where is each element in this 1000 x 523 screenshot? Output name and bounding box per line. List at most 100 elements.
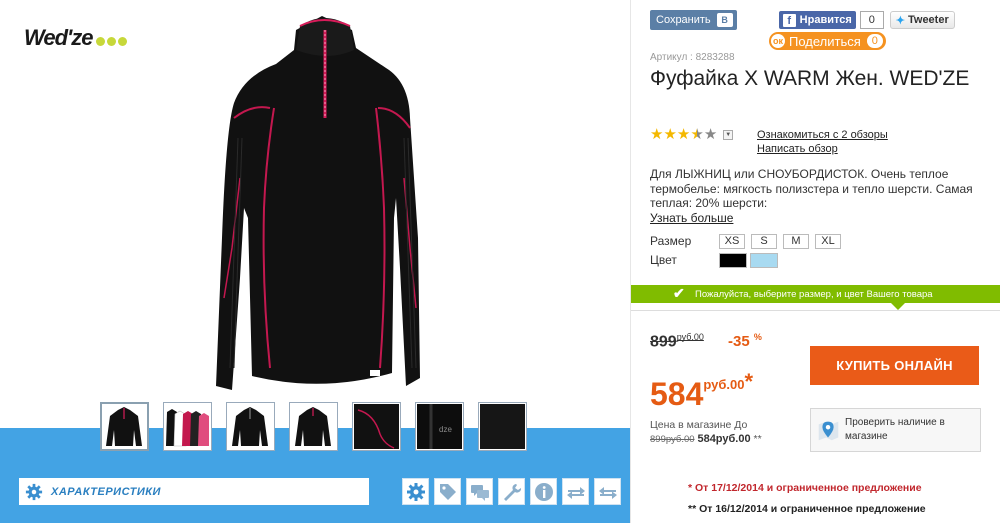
info-icon: [534, 482, 553, 501]
star-icon: ★: [650, 126, 664, 143]
tool-info-button[interactable]: [530, 478, 557, 505]
vk-icon: В: [716, 13, 733, 27]
star-icon: ★: [676, 126, 691, 143]
gear-icon: [406, 482, 425, 501]
promo-note-1: * От 17/12/2014 и ограниченное предложен…: [688, 482, 922, 494]
write-review-link[interactable]: Написать обзор: [757, 142, 888, 156]
twitter-icon: ✦: [895, 14, 905, 27]
thumbnail-strip: dze: [100, 402, 527, 451]
thumbnail-detail-fabric[interactable]: [478, 402, 527, 451]
check-store-availability-button[interactable]: Проверить наличие в магазине: [810, 408, 981, 452]
color-options: [719, 253, 778, 268]
tool-tag-button[interactable]: [434, 478, 461, 505]
old-price-value: 899: [650, 333, 677, 351]
divider: [631, 310, 1000, 311]
new-price: 584руб.00*: [650, 364, 753, 412]
tag-icon: [439, 483, 456, 500]
thumbnail-colors[interactable]: [163, 402, 212, 451]
check-store-label: Проверить наличие в магазине: [845, 417, 945, 442]
rating: ★ ★ ★ ★ ★ ▼: [650, 127, 734, 142]
rating-dropdown-icon[interactable]: ▼: [723, 129, 734, 140]
selection-prompt-banner: ✔ Пожалуйста, выберите размер, и цвет Ва…: [631, 285, 1000, 303]
thumbnail-front-2[interactable]: [226, 402, 275, 451]
facebook-icon: f: [782, 13, 796, 27]
vk-save-label: Сохранить: [656, 14, 711, 26]
star-half-icon: ★: [690, 126, 704, 143]
comments-icon: [470, 484, 489, 501]
gallery-tools: [402, 478, 621, 505]
color-label: Цвет: [650, 253, 677, 267]
banner-pointer: [891, 303, 905, 310]
store-price-label: Цена в магазине До: [650, 419, 748, 431]
store-new-price: 584руб.00: [697, 433, 751, 445]
brand-logo-text: Wed'ze: [24, 25, 94, 50]
tweet-button[interactable]: ✦ Tweeter: [889, 11, 955, 29]
store-price: Цена в магазине До 899руб.00 584руб.00 *…: [650, 418, 762, 447]
rating-stars: ★ ★ ★ ★ ★: [650, 127, 717, 142]
color-swatch-black[interactable]: [719, 253, 747, 268]
size-label: Размер: [650, 234, 692, 248]
product-description: Для ЛЫЖНИЦ или СНОУБОРДИСТОК. Очень тепл…: [650, 167, 990, 225]
store-old-price: 899руб.00: [650, 434, 695, 445]
tab-characteristics-label: ХАРАКТЕРИСТИКИ: [51, 485, 161, 498]
star-empty-icon: ★: [703, 126, 718, 143]
size-option-xs[interactable]: XS: [719, 234, 745, 249]
fb-like-button[interactable]: f Нравится: [778, 11, 856, 29]
check-icon: ✔: [673, 285, 685, 301]
map-pin-icon: [818, 421, 839, 441]
brand-logo[interactable]: Wed'ze: [24, 25, 127, 50]
product-info: Сохранить В f Нравится 0 ✦ Tweeter ок По…: [630, 0, 1000, 523]
article-number: Артикул : 8283288: [650, 52, 735, 63]
size-option-m[interactable]: M: [783, 234, 809, 249]
selection-prompt-text: Пожалуйста, выберите размер, и цвет Ваше…: [695, 288, 933, 300]
tool-swap-alt-button[interactable]: [594, 478, 621, 505]
ok-share-button[interactable]: ок Поделиться 0: [769, 32, 886, 50]
store-price-mark: **: [753, 433, 762, 445]
product-main-image[interactable]: [204, 8, 440, 394]
tool-comments-button[interactable]: [466, 478, 493, 505]
discount-unit: %: [753, 332, 762, 342]
description-text: Для ЛЫЖНИЦ или СНОУБОРДИСТОК. Очень тепл…: [650, 167, 973, 210]
promo-note-2: ** От 16/12/2014 и ограниченное предложе…: [688, 503, 926, 515]
swap-alt-icon: [598, 486, 617, 499]
brand-logo-dots: [95, 36, 127, 46]
thumbnail-detail-sleeve[interactable]: [352, 402, 401, 451]
thumbnail-detail-logo[interactable]: dze: [415, 402, 464, 451]
read-reviews-link[interactable]: Ознакомиться с 2 обзоры: [757, 128, 888, 142]
color-swatch-light-blue[interactable]: [750, 253, 778, 268]
product-page: Wed'ze dze ХАРАКТЕРИСТИКИ Сохранить В f …: [0, 0, 1000, 523]
discount-value: -35: [728, 333, 750, 350]
learn-more-link[interactable]: Узнать больше: [650, 211, 733, 225]
social-share-row: Сохранить В f Нравится 0 ✦ Tweeter: [650, 10, 955, 30]
star-icon: ★: [663, 126, 677, 143]
thumbnail-back[interactable]: [289, 402, 338, 451]
new-price-value: 584: [650, 376, 704, 412]
tweet-label: Tweeter: [907, 14, 949, 26]
fb-like-count: 0: [859, 11, 884, 29]
vk-save-button[interactable]: Сохранить В: [650, 10, 737, 30]
size-option-xl[interactable]: XL: [815, 234, 841, 249]
tool-swap-button[interactable]: [562, 478, 589, 505]
size-option-s[interactable]: S: [751, 234, 777, 249]
ok-share-count: 0: [866, 34, 883, 48]
product-gallery: Wed'ze dze ХАРАКТЕРИСТИКИ: [0, 0, 630, 523]
ok-share-label: Поделиться: [789, 33, 861, 49]
new-price-unit: руб.00: [703, 377, 745, 392]
fb-like-label: Нравится: [799, 14, 852, 26]
old-price: 899руб.00: [650, 332, 704, 351]
tool-gear-button[interactable]: [402, 478, 429, 505]
odnoklassniki-icon: ок: [771, 34, 785, 48]
product-title: Фуфайка X WARM Жен. WED'ZE: [650, 67, 970, 90]
discount-badge: -35 %: [728, 332, 762, 350]
gear-icon: [25, 483, 43, 500]
thumbnail-front[interactable]: [100, 402, 149, 451]
size-options: XS S M XL: [719, 234, 841, 249]
swap-icon: [566, 486, 585, 499]
buy-online-button[interactable]: КУПИТЬ ОНЛАЙН: [810, 346, 979, 385]
wrench-icon: [503, 483, 521, 501]
tab-characteristics[interactable]: ХАРАКТЕРИСТИКИ: [19, 478, 369, 505]
new-price-mark: *: [744, 369, 754, 394]
review-links: Ознакомиться с 2 обзоры Написать обзор: [757, 128, 888, 156]
tool-wrench-button[interactable]: [498, 478, 525, 505]
old-price-unit: руб.00: [676, 332, 704, 342]
